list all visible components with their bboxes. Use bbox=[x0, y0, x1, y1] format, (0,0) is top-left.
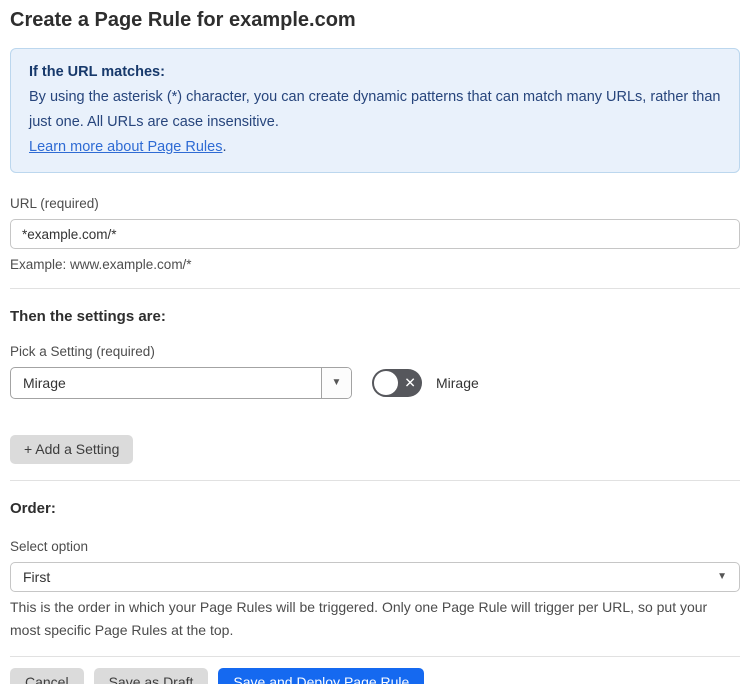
info-box-heading: If the URL matches: bbox=[29, 64, 165, 80]
save-deploy-button[interactable]: Save and Deploy Page Rule bbox=[218, 668, 425, 684]
order-select-value: First bbox=[23, 569, 51, 585]
order-select-label: Select option bbox=[10, 539, 89, 554]
chevron-down-icon: ▼ bbox=[331, 377, 342, 388]
link-suffix: . bbox=[222, 139, 227, 155]
page-container: Create a Page Rule for example.com If th… bbox=[0, 8, 750, 684]
toggle-knob bbox=[374, 371, 398, 395]
url-example-helper: Example: www.example.com/* bbox=[10, 257, 192, 272]
url-label: URL (required) bbox=[10, 196, 99, 211]
url-input[interactable] bbox=[10, 219, 740, 249]
setting-row: Mirage ▼ ✕ Mirage bbox=[10, 367, 740, 399]
info-box-body: By using the asterisk (*) character, you… bbox=[29, 89, 721, 130]
url-match-info-box: If the URL matches: By using the asteris… bbox=[10, 48, 740, 173]
mirage-toggle[interactable]: ✕ bbox=[372, 369, 422, 397]
divider bbox=[10, 656, 740, 657]
order-heading: Order: bbox=[10, 500, 56, 517]
order-helper-text: This is the order in which your Page Rul… bbox=[10, 599, 708, 638]
info-link-line: Learn more about Page Rules. bbox=[29, 135, 721, 160]
divider bbox=[10, 288, 740, 289]
chevron-down-icon: ▼ bbox=[717, 571, 727, 582]
order-select[interactable]: First ▼ bbox=[10, 562, 740, 592]
page-title: Create a Page Rule for example.com bbox=[10, 9, 356, 31]
divider bbox=[10, 480, 740, 481]
toggle-label: Mirage bbox=[436, 375, 479, 391]
cancel-button[interactable]: Cancel bbox=[10, 668, 84, 684]
setting-select-value: Mirage bbox=[23, 375, 66, 391]
learn-more-link[interactable]: Learn more about Page Rules bbox=[29, 139, 222, 155]
dropdown-arrow-button[interactable]: ▼ bbox=[321, 368, 351, 398]
x-icon: ✕ bbox=[404, 374, 416, 391]
setting-picker-label: Pick a Setting (required) bbox=[10, 344, 155, 359]
add-setting-button[interactable]: + Add a Setting bbox=[10, 435, 134, 464]
actions-row: Cancel Save as Draft Save and Deploy Pag… bbox=[10, 668, 740, 684]
save-draft-button[interactable]: Save as Draft bbox=[93, 668, 209, 684]
settings-heading: Then the settings are: bbox=[10, 308, 166, 325]
setting-select[interactable]: Mirage ▼ bbox=[10, 367, 352, 399]
